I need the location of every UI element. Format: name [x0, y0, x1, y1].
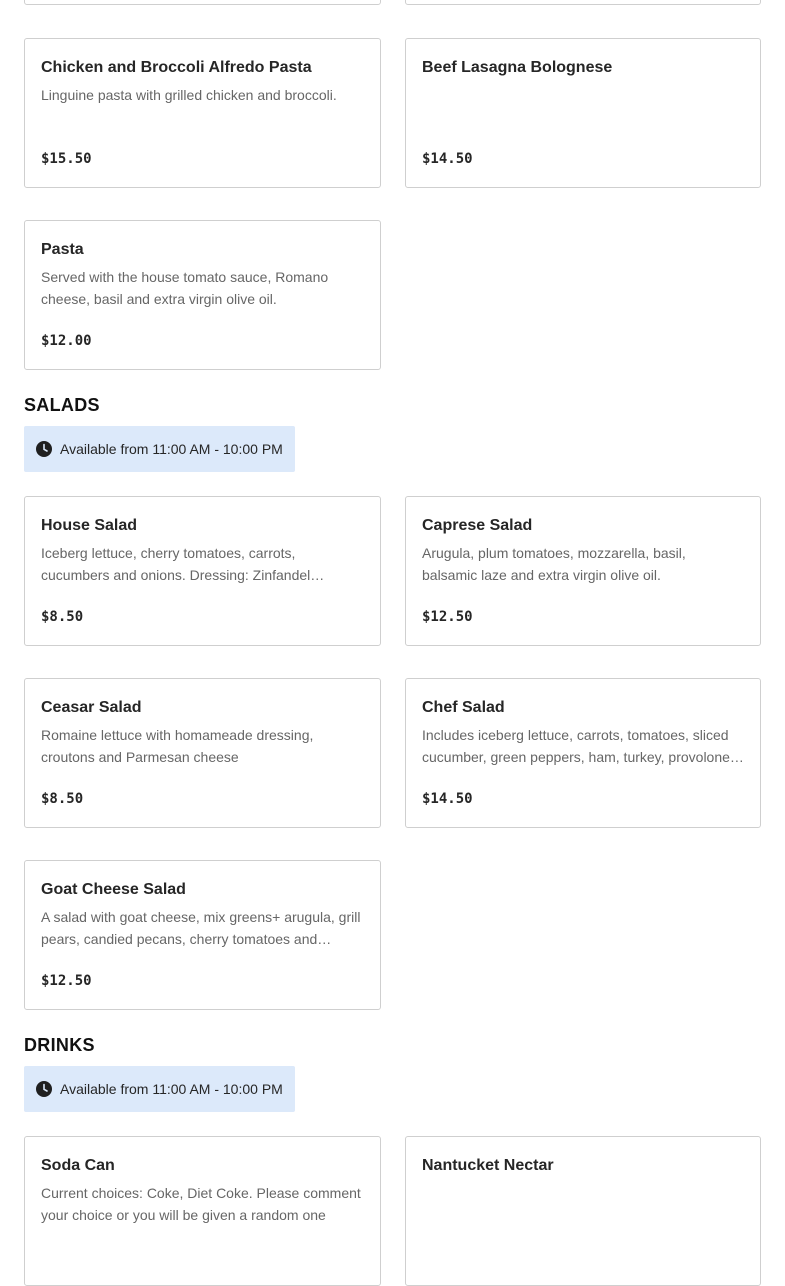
- menu-item-card[interactable]: Soda Can Current choices: Coke, Diet Cok…: [24, 1136, 381, 1286]
- menu-item-card[interactable]: Chicken and Broccoli Alfredo Pasta Lingu…: [24, 38, 381, 188]
- menu-item-card[interactable]: Caprese Salad Arugula, plum tomatoes, mo…: [405, 496, 761, 646]
- clock-icon: [36, 1081, 52, 1097]
- menu-item-name: Goat Cheese Salad: [41, 881, 186, 898]
- menu-item-name: House Salad: [41, 517, 138, 534]
- menu-item-name: Soda Can: [41, 1157, 115, 1174]
- menu-item-price: $8.50: [41, 609, 84, 625]
- menu-item-card[interactable]: Goat Cheese Salad A salad with goat chee…: [24, 860, 381, 1010]
- menu-item-name: Chef Salad: [422, 699, 505, 716]
- menu-item-description: [422, 84, 744, 128]
- menu-item-description: Includes iceberg lettuce, carrots, tomat…: [422, 727, 730, 765]
- availability-text: Available from 11:00 AM - 10:00 PM: [60, 1081, 283, 1097]
- menu-item-name: Nantucket Nectar: [422, 1157, 554, 1174]
- menu-item-name: Chicken and Broccoli Alfredo Pasta: [41, 59, 312, 76]
- menu-item-card[interactable]: House Salad Iceberg lettuce, cherry toma…: [24, 496, 381, 646]
- menu-item-card[interactable]: Nantucket Nectar: [405, 1136, 761, 1286]
- availability-text: Available from 11:00 AM - 10:00 PM: [60, 441, 283, 457]
- menu-item-price: $14.50: [422, 791, 473, 807]
- clock-icon: [36, 441, 52, 457]
- menu-item-price: $12.50: [41, 973, 92, 989]
- availability-banner: Available from 11:00 AM - 10:00 PM: [24, 426, 295, 472]
- menu-item-price: $12.00: [41, 333, 92, 349]
- menu-item-price: $12.50: [422, 609, 473, 625]
- menu-item-price: $15.50: [41, 151, 92, 167]
- menu-item-name: Pasta: [41, 241, 84, 258]
- menu-item-description: [422, 1182, 744, 1226]
- menu-item-card[interactable]: Chef Salad Includes iceberg lettuce, car…: [405, 678, 761, 828]
- menu-item-card[interactable]: [24, 0, 381, 5]
- section-title-salads: SALADS: [24, 395, 100, 415]
- menu-item-description: Romaine lettuce with homameade dressing,…: [41, 727, 314, 765]
- menu-item-description: Linguine pasta with grilled chicken and …: [41, 87, 337, 103]
- menu-item-name: Ceasar Salad: [41, 699, 142, 716]
- menu-item-name: Caprese Salad: [422, 517, 533, 534]
- menu-item-price: $8.50: [41, 791, 84, 807]
- menu-item-description: Current choices: Coke, Diet Coke. Please…: [41, 1185, 361, 1223]
- menu-item-description: Arugula, plum tomatoes, mozzarella, basi…: [422, 545, 686, 583]
- menu-item-card[interactable]: [405, 0, 761, 5]
- menu-item-card[interactable]: Ceasar Salad Romaine lettuce with homame…: [24, 678, 381, 828]
- menu-item-description: Iceberg lettuce, cherry tomatoes, carrot…: [41, 545, 311, 583]
- menu-item-card[interactable]: Pasta Served with the house tomato sauce…: [24, 220, 381, 370]
- section-title-drinks: DRINKS: [24, 1035, 95, 1055]
- menu-item-description: Served with the house tomato sauce, Roma…: [41, 269, 329, 307]
- menu-item-name: Beef Lasagna Bolognese: [422, 59, 613, 76]
- menu-item-description: A salad with goat cheese, mix greens+ ar…: [41, 909, 361, 947]
- availability-banner: Available from 11:00 AM - 10:00 PM: [24, 1066, 295, 1112]
- menu-item-price: $14.50: [422, 151, 473, 167]
- menu-item-card[interactable]: Beef Lasagna Bolognese $14.50: [405, 38, 761, 188]
